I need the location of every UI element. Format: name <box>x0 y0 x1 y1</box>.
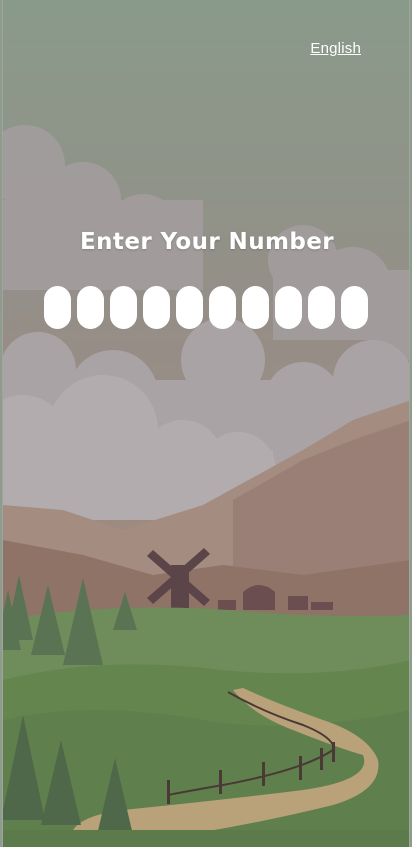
app-screen: English Enter Your Number <box>2 0 410 847</box>
digit-input-10[interactable] <box>341 286 368 329</box>
page-title: Enter Your Number <box>80 229 334 255</box>
digit-input-2[interactable] <box>77 286 104 329</box>
digit-input-3[interactable] <box>110 286 137 329</box>
digit-input-9[interactable] <box>308 286 335 329</box>
digit-input-1[interactable] <box>44 286 71 329</box>
phone-number-digit-inputs <box>44 286 368 329</box>
digit-input-7[interactable] <box>242 286 269 329</box>
background-illustration <box>3 0 409 847</box>
digit-input-5[interactable] <box>176 286 203 329</box>
language-selector-link[interactable]: English <box>310 40 361 57</box>
digit-input-6[interactable] <box>209 286 236 329</box>
digit-input-8[interactable] <box>275 286 302 329</box>
digit-input-4[interactable] <box>143 286 170 329</box>
